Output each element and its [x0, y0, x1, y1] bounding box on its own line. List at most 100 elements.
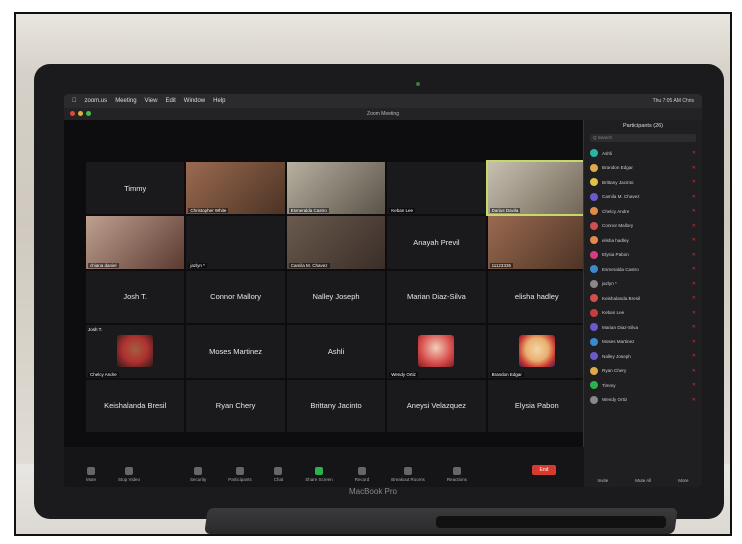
- participant-tile[interactable]: Josh T.: [86, 270, 185, 324]
- participants-search[interactable]: Q Search: [590, 134, 696, 142]
- menu-window[interactable]: Window: [184, 98, 205, 104]
- participant-row-name: Camila M. Chavez: [602, 194, 640, 200]
- participant-name: Esmeralda Castro: [288, 208, 329, 214]
- participant-row-name: Brandon Edgar: [602, 165, 633, 171]
- participant-row-name: Brittany Jacinto: [602, 179, 634, 185]
- record-button[interactable]: Record: [355, 467, 369, 482]
- participant-tile[interactable]: Moses Martinez: [186, 325, 285, 378]
- participant-tile[interactable]: Ryan Chery: [186, 379, 285, 432]
- participant-tile[interactable]: Esmeralda Castro: [286, 162, 386, 215]
- participant-row[interactable]: Brandon Edgar ✕: [584, 161, 702, 176]
- menu-meeting[interactable]: Meeting: [115, 98, 136, 104]
- participant-tile[interactable]: Darius Davila: [485, 159, 589, 217]
- participant-tile[interactable]: Keban Lee: [387, 162, 486, 215]
- record-icon: [358, 467, 367, 475]
- avatar: [590, 395, 598, 404]
- participant-row[interactable]: Keban Lee ✕: [584, 306, 702, 321]
- minimize-icon[interactable]: [78, 111, 83, 116]
- share-screen-button[interactable]: Share Screen: [305, 467, 333, 482]
- stop-video-button[interactable]: Stop Video: [118, 467, 140, 482]
- participant-tile[interactable]: Aneysi Velazquez: [387, 379, 486, 432]
- muted-mic-icon: ✕: [691, 251, 696, 258]
- chat-icon: [274, 467, 283, 475]
- avatar: [590, 192, 598, 201]
- participant-tile[interactable]: Elysia Pabon: [487, 379, 586, 432]
- camera-icon: [416, 82, 420, 86]
- laptop-brand: MacBook Pro: [348, 487, 398, 496]
- participant-row[interactable]: Timmy ✕: [584, 378, 702, 393]
- participant-row[interactable]: Camila M. Chavez ✕: [584, 190, 702, 205]
- mac-menubar:  zoom.us Meeting View Edit Window Help …: [64, 94, 702, 108]
- participant-name: Christopher White: [188, 208, 229, 214]
- menu-app-name[interactable]: zoom.us: [85, 98, 108, 104]
- participant-tile[interactable]: Anayah Previl: [387, 216, 486, 269]
- end-button[interactable]: End: [532, 465, 556, 475]
- participant-tile[interactable]: Brandon Edgar: [487, 325, 586, 378]
- participant-name: Darius Davila: [489, 208, 521, 214]
- participant-row-name: Nalley Joseph: [602, 353, 631, 359]
- participant-name: Ryan Chery: [215, 401, 256, 411]
- avatar: [590, 221, 598, 230]
- invite-button[interactable]: Invite: [597, 478, 608, 483]
- participant-name: elisha hadley: [514, 292, 559, 302]
- participant-row[interactable]: Ryan Chery ✕: [584, 364, 702, 379]
- breakout-rooms-button[interactable]: Breakout Rooms: [391, 467, 425, 482]
- participant-row[interactable]: Ashli ✕: [584, 146, 702, 161]
- participant-tile[interactable]: Connor Mallory: [186, 270, 285, 324]
- menu-edit[interactable]: Edit: [165, 98, 175, 104]
- participant-name: Wendy Ortiz: [389, 371, 418, 377]
- avatar: [590, 149, 598, 158]
- chat-button[interactable]: Chat: [274, 467, 283, 482]
- participant-tile[interactable]: 11123336: [487, 216, 586, 269]
- maximize-icon[interactable]: [86, 111, 91, 116]
- participant-tile[interactable]: Keishalanda Bresil: [86, 379, 185, 432]
- participant-row[interactable]: Marian Diaz-Silva ✕: [584, 320, 702, 335]
- participant-tile[interactable]: Marian Diaz-Silva: [387, 270, 486, 324]
- apple-icon[interactable]: : [72, 98, 77, 104]
- close-icon[interactable]: [70, 111, 75, 116]
- participant-row[interactable]: Keishalanda Bresil ✕: [584, 291, 702, 306]
- participant-row[interactable]: jazlyn * ✕: [584, 277, 702, 292]
- participant-tile[interactable]: Ashli: [286, 325, 386, 378]
- participant-name: Timmy: [124, 183, 147, 193]
- participant-row[interactable]: Esmeralda Castro ✕: [584, 262, 702, 277]
- muted-mic-icon: ✕: [691, 222, 696, 229]
- participant-tile[interactable]: Nalley Joseph: [286, 270, 386, 324]
- participant-row-name: Chelcy Andre: [602, 208, 630, 214]
- participant-tile[interactable]: jazlyn *: [186, 216, 285, 269]
- participant-row[interactable]: Moses Martinez ✕: [584, 335, 702, 350]
- participant-tile[interactable]: Wendy Ortiz: [387, 325, 486, 378]
- participant-name: Keishalanda Bresil: [104, 401, 167, 411]
- reactions-button[interactable]: Reactions: [447, 467, 467, 482]
- participants-button[interactable]: Participants: [228, 467, 252, 482]
- avatar-image: [117, 335, 154, 368]
- participant-name: Josh T.: [123, 292, 147, 302]
- participant-tile[interactable]: Chelcy Andre Josh T.: [86, 325, 185, 378]
- mute-button[interactable]: Mute: [86, 467, 96, 482]
- participant-row-name: Marian Diaz-Silva: [602, 324, 638, 330]
- participant-tile[interactable]: Brittany Jacinto: [286, 379, 386, 432]
- participant-row[interactable]: elisha hadley ✕: [584, 233, 702, 248]
- participant-row[interactable]: Brittany Jacinto ✕: [584, 175, 702, 190]
- participant-tile[interactable]: Camila M. Chavez: [286, 216, 386, 269]
- participant-tile[interactable]: chiana daniel: [86, 216, 185, 269]
- participant-row[interactable]: Connor Mallory ✕: [584, 219, 702, 234]
- participant-row-name: Elysia Pabon: [602, 252, 629, 258]
- avatar-image: [418, 335, 455, 368]
- participant-tile[interactable]: Timmy: [86, 162, 185, 215]
- mute-all-button[interactable]: Mute All: [635, 478, 651, 483]
- participant-row[interactable]: Chelcy Andre ✕: [584, 204, 702, 219]
- participant-tile[interactable]: elisha hadley: [487, 270, 586, 324]
- security-button[interactable]: Security: [190, 467, 206, 482]
- more-button[interactable]: More: [678, 478, 688, 483]
- avatar: [590, 381, 598, 390]
- participant-row[interactable]: Wendy Ortiz ✕: [584, 393, 702, 408]
- participant-row[interactable]: Nalley Joseph ✕: [584, 349, 702, 364]
- participant-tile[interactable]: Christopher White: [186, 162, 285, 215]
- avatar: [590, 308, 598, 317]
- avatar: [590, 163, 598, 172]
- menu-help[interactable]: Help: [213, 98, 225, 104]
- menu-view[interactable]: View: [145, 98, 158, 104]
- participant-row-name: elisha hadley: [602, 237, 629, 243]
- participant-row[interactable]: Elysia Pabon ✕: [584, 248, 702, 263]
